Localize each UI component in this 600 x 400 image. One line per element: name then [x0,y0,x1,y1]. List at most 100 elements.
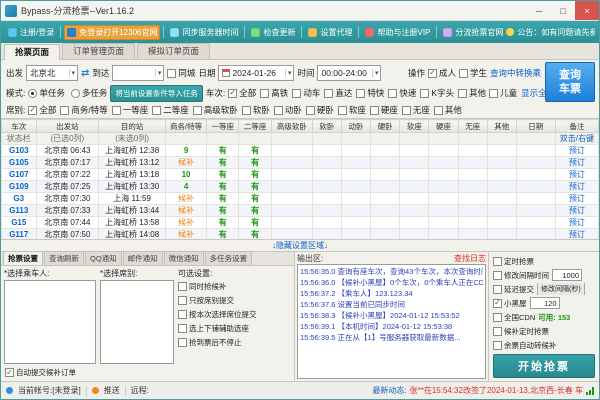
seat-type-checkbox[interactable]: 动卧 [274,104,302,116]
seat-type-checkbox[interactable]: 无座 [402,104,430,116]
train-type-checkbox[interactable]: 直达 [324,87,352,99]
seat-type-checkbox[interactable]: 软卧 [242,104,270,116]
table-row[interactable]: G103北京南 06:43上海虹桥 12:389有有预订 [2,145,599,157]
table-row[interactable]: G109北京南 07:25上海虹桥 13:304有有预订 [2,181,599,193]
left-tab[interactable]: 多任务设置 [205,251,253,265]
find-log-link[interactable]: 查找日志 [454,253,486,264]
seat-type-checkbox[interactable]: 全部 [28,104,56,116]
toolbar-item[interactable]: 同步服务器时间 [167,25,241,40]
toolbar-item[interactable]: 检查更新 [248,25,298,40]
transfer-link[interactable]: 查询中转换乘 [490,67,541,79]
log-box[interactable]: 15:56:35.0 查询有座车次，查询43个车次，本次查询时间417毫秒，15… [297,264,486,379]
left-tab[interactable]: 邮件通知 [123,251,163,265]
hide-settings-link[interactable]: ↓隐藏设置区域↓ [272,241,328,250]
left-tabs: 抢票设置查询刷新QQ通知邮件通知微信通知多任务设置 [1,252,294,266]
toolbar-item[interactable]: 注册/登录 [5,25,57,40]
train-type-checkbox[interactable]: 全部 [228,87,256,99]
table-row[interactable]: G105北京南 07:17上海虹桥 13:12候补有有预订 [2,157,599,169]
bottom-option-checkbox[interactable]: 自动提交候补订单 [5,367,76,378]
setting-checkbox[interactable]: 小黑屋 [493,298,527,309]
table-row[interactable]: G117北京南 07:50上海虹桥 14:08候补有有预订 [2,229,599,241]
minimize-button[interactable]: ─ [527,1,551,20]
to-select[interactable]: ▾ [112,65,164,81]
checkbox-icon [493,313,502,322]
mode-radio[interactable]: 多任务 [71,87,108,99]
setting-checkbox[interactable]: 修改间隔时间 [493,270,549,281]
push-label[interactable]: 推送 [104,385,120,396]
adult-checkbox[interactable]: 成人 [428,67,456,79]
same-city-checkbox[interactable]: 同城 [167,67,195,79]
passenger-listbox[interactable] [4,280,96,364]
book-link[interactable]: 预订 [569,146,585,155]
seat-type-checkbox[interactable]: 其他 [434,104,462,116]
table-row[interactable]: G3北京南 07:30上海 11:59候补有有预订 [2,193,599,205]
time-select[interactable]: 00:00-24:00 ▾ [317,65,381,81]
seat-type-checkbox[interactable]: 商务/特等 [60,104,107,116]
option-checkbox[interactable]: 只按席别提交 [178,295,291,306]
child-checkbox[interactable]: 儿童 [489,87,517,99]
seat-type-checkbox[interactable]: 二等座 [152,104,189,116]
option-checkbox-label: 同时抢候补 [189,281,227,292]
option-checkbox[interactable]: 抢到票后不停止 [178,337,291,348]
table-row[interactable]: G15北京南 07:44上海虹桥 13:58候补有有预订 [2,217,599,229]
table-row[interactable]: G107北京南 07:22上海虹桥 13:1810有有预订 [2,169,599,181]
seat-type-checkbox[interactable]: 一等座 [112,104,149,116]
table-row[interactable]: G113北京南 07:33上海虹桥 13:44候补有有预订 [2,205,599,217]
train-type-checkbox[interactable]: 快速 [388,87,416,99]
toolbar-item[interactable]: 免登录打开12306官网 [64,25,160,40]
main-tab[interactable]: 订单管理页面 [62,43,135,59]
from-select[interactable]: 北京北 ▾ [26,65,78,81]
start-grab-button[interactable]: 开始抢票 [493,354,595,378]
setting-checkbox[interactable]: 全国CDN [493,312,535,323]
setting-button[interactable]: 修改间隔(秒) [537,283,585,295]
seat-cell [341,229,370,241]
book-link[interactable]: 预订 [569,230,585,239]
seat-listbox[interactable] [100,280,174,364]
import-task-button[interactable]: 将当前设置条件导入任务 [110,85,203,102]
left-tab[interactable]: 抢票设置 [3,251,43,265]
seat-type-checkbox[interactable]: 硬卧 [306,104,334,116]
book-link[interactable]: 预订 [569,206,585,215]
status-cell [487,133,516,145]
maximize-button[interactable]: □ [551,1,575,20]
setting-checkbox[interactable]: 余票自动转候补 [493,340,557,351]
toolbar-item[interactable]: 分流抢票官网 [440,25,506,40]
train-type-checkbox[interactable]: 动车 [292,87,320,99]
setting-checkbox[interactable]: 候补定时抢票 [493,326,549,337]
setting-input[interactable]: 1000 [552,269,582,281]
seat-type-checkbox[interactable]: 高级软卧 [193,104,238,116]
student-checkbox[interactable]: 学生 [459,67,487,79]
setting-checkbox[interactable]: 定时抢票 [493,256,534,267]
main-tab[interactable]: 模拟订单页面 [137,43,210,59]
toolbar-item[interactable]: 设置代理 [305,25,355,40]
option-checkbox[interactable]: 同时抢候补 [178,281,291,292]
column-header: 目的站 [99,120,166,133]
mode-radio[interactable]: 单任务 [28,87,65,99]
train-type-checkbox[interactable]: 其他 [458,87,486,99]
book-link[interactable]: 预订 [569,182,585,191]
swap-stations-icon[interactable]: ⇄ [81,68,89,79]
seat-type-checkbox[interactable]: 软座 [338,104,366,116]
seat-cell [487,169,516,181]
train-type-checkbox[interactable]: K字头 [420,87,454,99]
left-tab[interactable]: QQ通知 [85,251,122,265]
seat-type-checkbox[interactable]: 硬座 [370,104,398,116]
book-link[interactable]: 预订 [569,194,585,203]
book-link[interactable]: 预订 [569,170,585,179]
train-type-checkbox[interactable]: 特快 [356,87,384,99]
date-select[interactable]: 2024-01-26 ▾ [218,65,294,81]
left-tab[interactable]: 微信通知 [164,251,204,265]
option-checkbox[interactable]: 按本次选择席位提交 [178,309,291,320]
book-link[interactable]: 预订 [569,218,585,227]
setting-input[interactable]: 120 [530,297,560,309]
option-checkbox[interactable]: 选上下铺辅助选座 [178,323,291,334]
close-button[interactable]: × [575,1,599,20]
train-type-checkbox[interactable]: 高铁 [260,87,288,99]
setting-checkbox[interactable]: 延迟提交 [493,284,534,295]
book-link[interactable]: 预订 [569,158,585,167]
left-tab[interactable]: 查询刷新 [44,251,84,265]
main-tab[interactable]: 抢票页面 [4,44,60,60]
search-tickets-button[interactable]: 查询车票 [545,62,595,102]
app-icon [5,5,17,17]
toolbar-item[interactable]: 帮助与注册VIP [362,25,433,40]
